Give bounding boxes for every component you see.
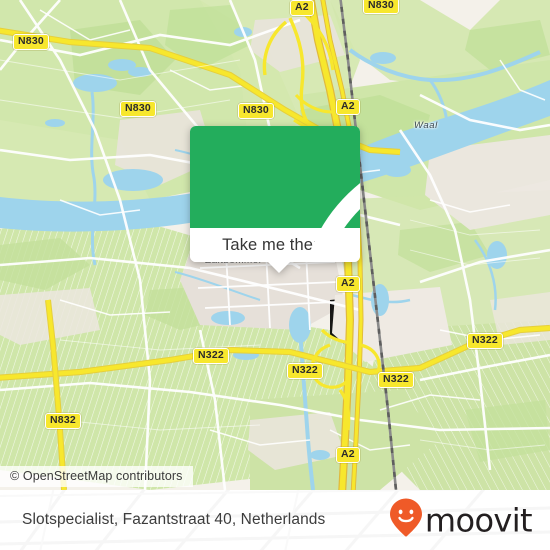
road-shield-a2: A2 <box>336 447 360 463</box>
road-shield-n322: N322 <box>467 333 503 349</box>
road-shield-a2: A2 <box>336 99 360 115</box>
water-label-waal: Waal <box>414 120 438 131</box>
moovit-smiley-pin-icon <box>389 498 423 543</box>
location-title: Slotspecialist, Fazantstraat 40, Netherl… <box>22 511 326 528</box>
osm-attribution[interactable]: © OpenStreetMap contributors <box>0 466 193 487</box>
road-shield-n322: N322 <box>193 348 229 364</box>
footer-bar: Slotspecialist, Fazantstraat 40, Netherl… <box>0 490 550 550</box>
callout-pin-area <box>190 126 360 262</box>
callout-pointer <box>268 262 290 273</box>
road-shield-n322: N322 <box>378 372 414 388</box>
moovit-wordmark: moovit <box>424 501 533 539</box>
location-callout-card[interactable]: Take me there <box>190 126 360 273</box>
road-shield-n830: N830 <box>363 0 399 14</box>
road-shield-n322: N322 <box>287 363 323 379</box>
road-shield-n830: N830 <box>13 34 49 50</box>
road-shield-n830: N830 <box>120 101 156 117</box>
road-shield-n832: N832 <box>45 413 81 429</box>
map-canvas[interactable]: Waal Zaltbommel Take me there <box>0 0 550 490</box>
road-shield-n830: N830 <box>238 103 274 119</box>
moovit-map-screenshot: Waal Zaltbommel Take me there <box>0 0 550 550</box>
road-shield-a2: A2 <box>290 0 314 16</box>
moovit-brand[interactable]: moovit <box>389 498 533 543</box>
road-shield-a2: A2 <box>336 276 360 292</box>
